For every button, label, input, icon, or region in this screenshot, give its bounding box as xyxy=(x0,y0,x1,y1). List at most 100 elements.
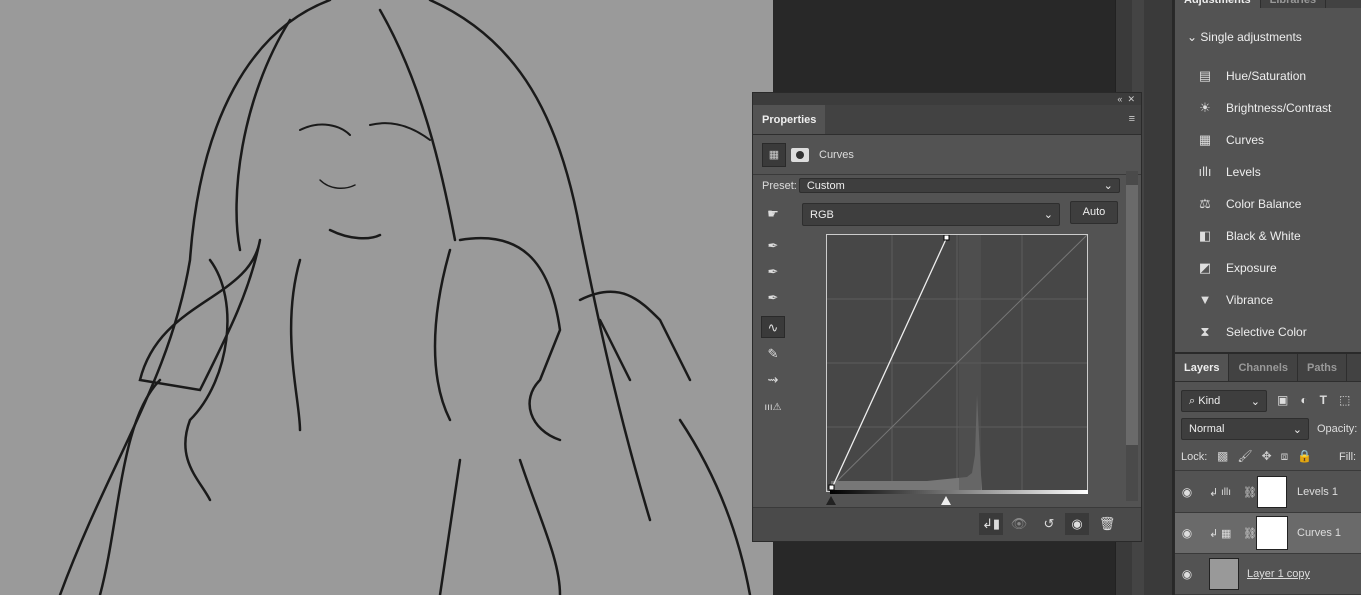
gray-eyedropper-icon[interactable]: ✒ xyxy=(761,261,785,283)
exposure-icon: ◩ xyxy=(1198,260,1212,275)
right-panels: Adjustments Libraries ⌄ Single adjustment… xyxy=(1174,0,1361,595)
clipping-warning-icon[interactable]: ııı⚠ xyxy=(761,397,785,419)
adj-brightness-contrast[interactable]: ☀ Brightness/Contrast xyxy=(1175,92,1361,124)
tab-libraries[interactable]: Libraries xyxy=(1261,0,1327,8)
adj-label: Brightness/Contrast xyxy=(1226,101,1332,115)
single-adjustments-heading[interactable]: Single adjustments xyxy=(1200,30,1301,44)
lock-transparency-icon[interactable]: ▩ xyxy=(1217,449,1228,464)
adj-vibrance[interactable]: ▼ Vibrance xyxy=(1175,284,1361,316)
document-canvas[interactable] xyxy=(0,0,773,595)
channel-select[interactable]: RGB ⌄ xyxy=(802,203,1060,226)
delete-icon[interactable]: 🗑 xyxy=(1095,513,1119,535)
search-icon: ⌕ xyxy=(1189,394,1196,407)
chevron-down-icon[interactable]: ⌄ xyxy=(1187,30,1197,44)
visibility-icon[interactable]: ◉ xyxy=(1065,513,1089,535)
adjustments-list: ▤ Hue/Saturation ☀ Brightness/Contrast ▦ Cu… xyxy=(1175,60,1361,348)
chevron-down-icon: ⌄ xyxy=(1103,180,1113,192)
preset-value: Custom xyxy=(806,179,845,192)
layer-row[interactable]: ◉ Layer 1 copy xyxy=(1175,554,1361,595)
curves-graph[interactable] xyxy=(826,234,1088,492)
adj-label: Color Balance xyxy=(1226,197,1302,211)
layer-name[interactable]: Layer 1 copy xyxy=(1247,568,1310,580)
lock-pixels-icon[interactable]: 🖌 xyxy=(1237,449,1252,464)
adj-hue-saturation[interactable]: ▤ Hue/Saturation xyxy=(1175,60,1361,92)
view-previous-state-icon[interactable]: 👁 xyxy=(1007,513,1031,535)
adjustment-filter-icon[interactable]: ◐ xyxy=(1300,393,1307,407)
auto-button[interactable]: Auto xyxy=(1070,201,1118,224)
curves-icon: ▦ xyxy=(1198,132,1212,147)
levels-icon: ıllı xyxy=(1198,164,1212,179)
lock-artboard-icon[interactable]: ⧈ xyxy=(1281,449,1289,464)
eye-icon[interactable]: ◉ xyxy=(1175,485,1199,499)
brightness-icon: ☀ xyxy=(1199,100,1211,115)
shape-filter-icon[interactable]: ⬚ xyxy=(1339,393,1350,407)
target-adjust-icon[interactable]: ☛ xyxy=(761,203,785,225)
layer-name[interactable]: Levels 1 xyxy=(1297,486,1338,498)
layer-row-selected[interactable]: ◉ ↲ ▦ ⛓ Curves 1 xyxy=(1175,513,1361,554)
preset-select[interactable]: Custom ⌄ xyxy=(798,178,1120,193)
panel-menu-icon[interactable]: ≡ xyxy=(1123,105,1141,134)
white-point-slider[interactable] xyxy=(941,496,951,505)
tab-properties[interactable]: Properties xyxy=(753,105,826,134)
link-icon[interactable]: ⛓ xyxy=(1243,486,1257,499)
layer-thumbnail[interactable] xyxy=(1209,558,1239,590)
tab-channels[interactable]: Channels xyxy=(1229,354,1298,381)
filter-value: Kind xyxy=(1198,394,1221,407)
adj-selective-color[interactable]: ⧗ Selective Color xyxy=(1175,316,1361,348)
reset-icon[interactable]: ↺ xyxy=(1037,513,1061,535)
layer-filter-select[interactable]: ⌕ Kind ⌄ xyxy=(1181,390,1267,412)
white-eyedropper-icon[interactable]: ✒ xyxy=(761,287,785,309)
curve-point-tool-icon[interactable]: ∿ xyxy=(761,316,785,338)
curves-icon[interactable]: ▦ xyxy=(762,142,786,167)
adj-curves[interactable]: ▦ Curves xyxy=(1175,124,1361,156)
properties-panel: « ✕ Properties ≡ ▦ Curves Preset: Custom ⌄… xyxy=(752,92,1142,542)
clip-to-layer-icon[interactable]: ↲▮ xyxy=(979,513,1003,535)
blend-value: Normal xyxy=(1189,423,1225,435)
eye-icon[interactable]: ◉ xyxy=(1175,567,1199,581)
eye-icon[interactable]: ◉ xyxy=(1175,526,1199,540)
adj-label: Levels xyxy=(1226,165,1261,179)
adjustment-name: Curves xyxy=(819,148,854,161)
curve-plot xyxy=(826,234,1088,492)
tab-adjustments[interactable]: Adjustments xyxy=(1175,0,1261,8)
adj-color-balance[interactable]: ⚖ Color Balance xyxy=(1175,188,1361,220)
smooth-icon[interactable]: ⇝ xyxy=(761,369,785,391)
chevron-down-icon: ⌄ xyxy=(1250,395,1260,408)
layer-name[interactable]: Curves 1 xyxy=(1297,527,1341,539)
tab-paths[interactable]: Paths xyxy=(1298,354,1347,381)
tab-layers[interactable]: Layers xyxy=(1175,354,1230,381)
black-white-icon: ◧ xyxy=(1198,228,1212,243)
black-point-slider[interactable] xyxy=(826,496,836,505)
layer-mask-thumbnail[interactable] xyxy=(1257,476,1287,508)
clip-arrow-icon: ↲ xyxy=(1209,527,1219,540)
layer-row[interactable]: ◉ ↲ ıllı ⛓ Levels 1 xyxy=(1175,472,1361,513)
close-icon[interactable]: ✕ xyxy=(1127,94,1135,104)
link-icon[interactable]: ⛓ xyxy=(1243,527,1257,540)
adj-label: Exposure xyxy=(1226,261,1277,275)
fill-label: Fill: xyxy=(1339,451,1357,463)
adj-black-white[interactable]: ◧ Black & White xyxy=(1175,220,1361,252)
type-filter-icon[interactable]: T xyxy=(1320,393,1327,407)
adj-exposure[interactable]: ◩ Exposure xyxy=(1175,252,1361,284)
preset-label: Preset: xyxy=(762,179,797,192)
collapse-icon[interactable]: « xyxy=(1117,94,1122,104)
lock-position-icon[interactable]: ✥ xyxy=(1262,449,1272,464)
adj-levels[interactable]: ıllı Levels xyxy=(1175,156,1361,188)
adj-label: Black & White xyxy=(1226,229,1301,243)
mask-icon[interactable] xyxy=(791,147,809,162)
panel-scrollbar[interactable] xyxy=(1126,171,1138,501)
output-gradient-horizontal xyxy=(830,490,1088,494)
pixel-filter-icon[interactable]: ▣ xyxy=(1277,393,1288,407)
black-eyedropper-icon[interactable]: ✒ xyxy=(761,235,785,257)
chevron-down-icon: ⌄ xyxy=(1043,209,1053,221)
blend-mode-select[interactable]: Normal ⌄ xyxy=(1181,418,1309,440)
levels-icon: ıllı xyxy=(1221,486,1231,498)
hue-saturation-icon: ▤ xyxy=(1198,68,1212,83)
pencil-icon[interactable]: ✎ xyxy=(761,343,785,365)
lock-all-icon[interactable]: 🔒 xyxy=(1297,449,1312,464)
layer-mask-thumbnail[interactable] xyxy=(1256,516,1288,550)
curves-icon: ▦ xyxy=(1221,527,1232,540)
adj-label: Curves xyxy=(1226,133,1265,147)
chevron-down-icon: ⌄ xyxy=(1292,423,1302,436)
sketch-artwork xyxy=(58,0,752,595)
